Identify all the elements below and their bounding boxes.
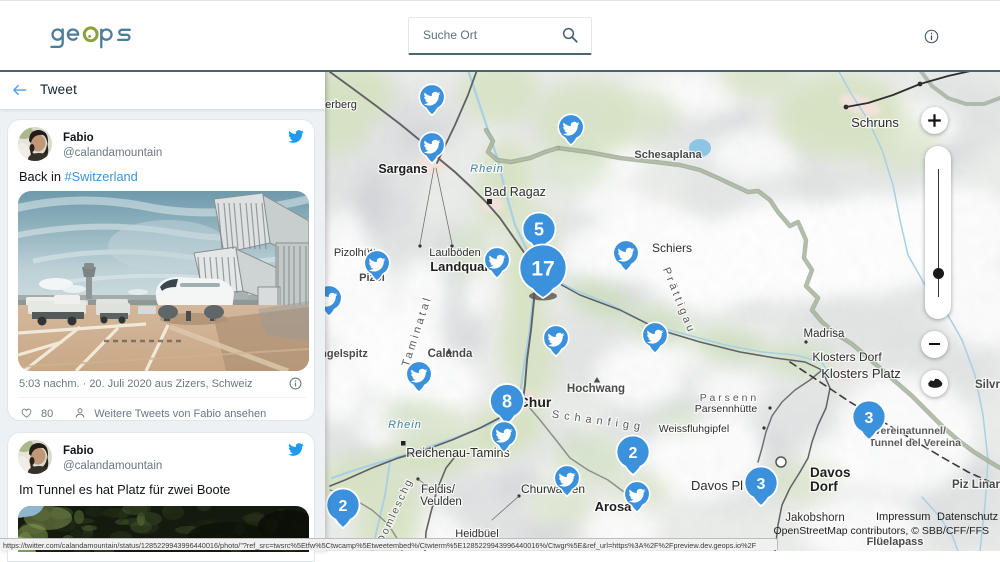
svg-text:Schiers: Schiers <box>652 241 692 255</box>
svg-text:Calanda: Calanda <box>428 348 473 360</box>
svg-text:Schruns: Schruns <box>851 115 899 130</box>
svg-text:5: 5 <box>534 220 544 240</box>
svg-text:Klosters Platz: Klosters Platz <box>821 366 900 381</box>
svg-text:3: 3 <box>865 410 874 427</box>
svg-text:2: 2 <box>339 498 348 515</box>
svg-text:17: 17 <box>531 258 554 281</box>
svg-text:Davos: Davos <box>810 465 851 480</box>
svg-text:Veulden: Veulden <box>420 496 462 508</box>
svg-text:Flüelapass: Flüelapass <box>867 536 924 548</box>
svg-text:Tunnel del Vereina: Tunnel del Vereina <box>869 437 961 449</box>
svg-text:Bad Ragaz: Bad Ragaz <box>484 185 546 199</box>
svg-text:Madrisa: Madrisa <box>804 328 846 340</box>
svg-text:Laulböden: Laulböden <box>429 247 480 259</box>
svg-text:Klosters Dorf: Klosters Dorf <box>812 350 882 364</box>
svg-text:Schesaplana: Schesaplana <box>634 149 702 161</box>
svg-text:Piz Linard: Piz Linard <box>952 479 1000 491</box>
svg-text:Impressum: Impressum <box>876 511 930 523</box>
svg-text:3: 3 <box>757 476 766 493</box>
svg-text:Reichenau-Tamins: Reichenau-Tamins <box>406 446 510 460</box>
svg-text:erberg: erberg <box>325 99 357 111</box>
svg-text:Datenschutz: Datenschutz <box>937 511 998 523</box>
svg-text:Silvretta: Silvretta <box>975 379 1000 391</box>
svg-text:Sargans: Sargans <box>378 162 427 176</box>
svg-text:8: 8 <box>502 392 512 412</box>
svg-text:ngelspitz: ngelspitz <box>325 348 368 360</box>
svg-text:OpenStreetMap contributors, ©: OpenStreetMap contributors, © SBB/CFF/FF… <box>774 525 989 537</box>
svg-text:Rhein: Rhein <box>388 419 422 431</box>
svg-text:Vereinatunnel/: Vereinatunnel/ <box>874 425 946 437</box>
svg-text:Hochwang: Hochwang <box>567 383 625 395</box>
svg-text:Dorf: Dorf <box>810 479 838 494</box>
svg-text:Parsennhütte: Parsennhütte <box>695 403 758 415</box>
svg-text:Rhein: Rhein <box>470 163 504 175</box>
svg-text:Davos Pl: Davos Pl <box>691 478 743 493</box>
svg-text:Jakobshorn: Jakobshorn <box>785 512 844 524</box>
svg-text:Feldis/: Feldis/ <box>421 484 456 496</box>
svg-text:Weissfluhgipfel: Weissfluhgipfel <box>659 423 729 435</box>
svg-text:2: 2 <box>629 445 638 462</box>
